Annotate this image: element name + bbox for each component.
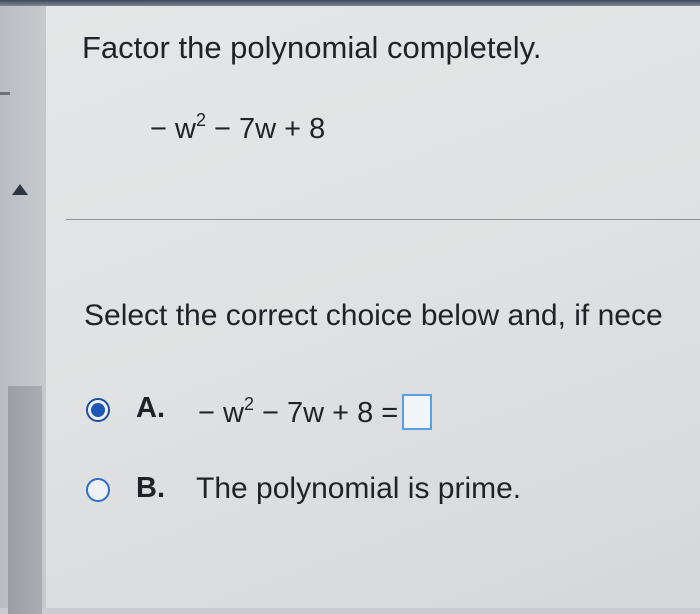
choice-a-remaining-terms: − 7w + 8 =: [253, 397, 399, 429]
polynomial-exponent: 2: [195, 110, 206, 130]
choice-b-letter: B.: [136, 472, 165, 504]
choice-b-text: The polynomial is prime.: [196, 472, 522, 505]
radio-selected-dot: [91, 403, 105, 417]
choice-instruction: Select the correct choice below and, if …: [84, 299, 663, 332]
radio-button-b[interactable]: [86, 478, 110, 502]
choice-a-exponent: 2: [243, 394, 254, 414]
choice-a-lead-term: − w: [198, 397, 244, 429]
answer-input-box[interactable]: [402, 394, 433, 430]
given-polynomial: − w2 − 7w + 8: [150, 110, 326, 146]
choice-a-expression: − w2 − 7w + 8 =: [198, 394, 433, 430]
polynomial-remaining-terms: − 7w + 8: [205, 113, 326, 145]
gutter-tick-mark: [0, 92, 10, 95]
scrollbar-thumb[interactable]: [8, 386, 42, 614]
left-panel-gutter: [0, 6, 46, 614]
question-title: Factor the polynomial completely.: [82, 30, 542, 65]
question-panel: Factor the polynomial completely. − w2 −…: [46, 6, 700, 608]
triangle-up-icon[interactable]: [12, 184, 28, 195]
radio-button-a[interactable]: [86, 398, 110, 422]
section-divider: [66, 219, 700, 220]
polynomial-lead-term: − w: [150, 113, 196, 145]
choice-a-letter: A.: [136, 392, 165, 424]
